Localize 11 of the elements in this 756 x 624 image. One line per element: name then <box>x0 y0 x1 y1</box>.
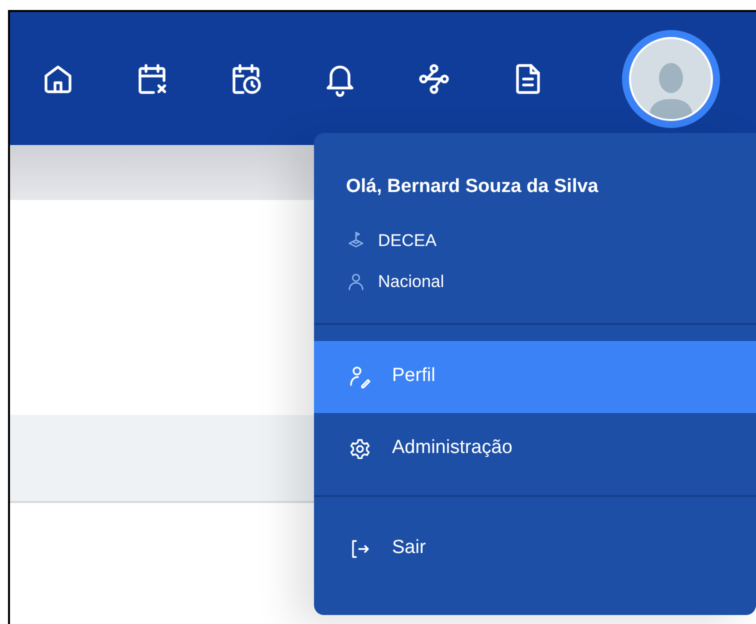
greeting: Olá, Bernard Souza da Silva <box>346 175 600 199</box>
gear-icon <box>348 436 372 460</box>
building-flag-icon <box>346 230 366 250</box>
scope-label: Nacional <box>378 271 444 293</box>
person-silhouette-icon <box>649 60 693 118</box>
user-pen-icon <box>348 364 372 388</box>
user-icon <box>346 272 366 292</box>
menu-item[interactable]: Sair <box>314 512 756 584</box>
organization-name: DECEA <box>378 230 437 252</box>
menu-item[interactable]: Perfil <box>314 340 756 412</box>
menu-item[interactable]: Administração <box>314 412 756 484</box>
